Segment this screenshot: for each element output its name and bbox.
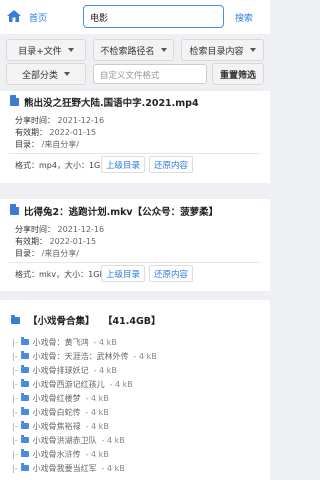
tree-item[interactable]: |- 小戏骨我要当红军 - 4 kB bbox=[12, 462, 125, 474]
directory: 目录： /来自分享/ bbox=[15, 140, 79, 149]
format-size: 格式：mkv，大小：1GB bbox=[15, 270, 105, 279]
custom-format-input[interactable]: 自定义文件格式 bbox=[93, 64, 207, 84]
result-card: 比得兔2：逃跑计划.mkv【公众号：菠萝柔】 分享时间： 2021-12-16 … bbox=[0, 199, 270, 291]
folder-icon bbox=[20, 407, 29, 415]
result-title[interactable]: 比得兔2：逃跑计划.mkv【公众号：菠萝柔】 bbox=[24, 204, 218, 218]
parent-dir-button[interactable]: 上级目录 bbox=[101, 265, 145, 282]
content-mode-label: 检索目录内容 bbox=[189, 46, 244, 57]
chevron-down-icon bbox=[67, 48, 74, 52]
search-button[interactable]: 搜索 bbox=[235, 11, 253, 24]
result-title[interactable]: 熊出没之狂野大陆.国语中字.2021.mp4 bbox=[24, 95, 199, 109]
tree-item[interactable]: |- 小戏骨：黄飞鸿 - 4 kB bbox=[12, 336, 117, 348]
path-mode-label: 不检索路径名 bbox=[100, 46, 155, 57]
reset-filter-button[interactable]: 重置筛选 bbox=[212, 63, 264, 85]
tree-item[interactable]: |- 小戏骨：天涯浩：武林外传 - 4 kB bbox=[12, 350, 157, 362]
share-time: 分享时间： 2021-12-16 bbox=[15, 225, 105, 234]
package-size: 【41.4GB】 bbox=[103, 316, 161, 327]
divider bbox=[9, 262, 261, 263]
folder-icon bbox=[20, 435, 29, 443]
folder-icon bbox=[11, 315, 20, 324]
folder-icon bbox=[20, 337, 29, 345]
folder-icon bbox=[20, 393, 29, 401]
result-card: 熊出没之狂野大陆.国语中字.2021.mp4 分享时间： 2021-12-16 … bbox=[0, 91, 270, 183]
file-icon bbox=[10, 204, 19, 215]
format-size: 格式：mp4，大小：1GB bbox=[15, 161, 106, 170]
top-bar: 首页 电影 搜索 bbox=[0, 0, 270, 34]
tree-item[interactable]: |- 小戏骨红楼梦 - 4 kB bbox=[12, 392, 109, 404]
category-select[interactable]: 全部分类 bbox=[6, 63, 86, 85]
divider bbox=[9, 153, 261, 154]
tree-item[interactable]: |- 小戏骨水浒传 - 4 kB bbox=[12, 448, 109, 460]
path-mode-select[interactable]: 不检索路径名 bbox=[93, 39, 174, 61]
home-icon[interactable] bbox=[7, 10, 21, 22]
folder-icon bbox=[20, 379, 29, 387]
content-mode-select[interactable]: 检索目录内容 bbox=[181, 39, 264, 61]
restore-content-button[interactable]: 还原内容 bbox=[149, 156, 193, 173]
tree-item[interactable]: |- 小戏骨焦裕禄 - 4 kB bbox=[12, 420, 109, 432]
folder-icon bbox=[20, 463, 29, 471]
directory: 目录： /来自分享/ bbox=[15, 249, 79, 258]
parent-dir-button[interactable]: 上级目录 bbox=[101, 156, 145, 173]
folder-icon bbox=[20, 421, 29, 429]
tree-item[interactable]: |- 小戏骨洪湖赤卫队 - 4 kB bbox=[12, 434, 125, 446]
chevron-down-icon bbox=[160, 48, 167, 52]
folder-icon bbox=[20, 449, 29, 457]
share-time: 分享时间： 2021-12-16 bbox=[15, 116, 105, 125]
package-title[interactable]: 【小戏骨合集】 bbox=[28, 313, 95, 327]
scope-select[interactable]: 目录+文件 bbox=[6, 39, 86, 61]
chevron-down-icon bbox=[249, 48, 256, 52]
valid-period: 有效期： 2022-01-15 bbox=[15, 128, 97, 137]
tree-item[interactable]: |- 小戏骨排球妖记 - 4 kB bbox=[12, 364, 117, 376]
folder-icon bbox=[20, 351, 29, 359]
scope-select-label: 目录+文件 bbox=[18, 46, 62, 57]
home-link[interactable]: 首页 bbox=[29, 11, 47, 24]
chevron-down-icon bbox=[64, 72, 70, 76]
folder-icon bbox=[20, 365, 29, 373]
search-input[interactable]: 电影 bbox=[83, 5, 224, 28]
file-icon bbox=[10, 95, 19, 106]
tree-item[interactable]: |- 小戏骨白蛇传 - 4 kB bbox=[12, 406, 109, 418]
category-select-label: 全部分类 bbox=[21, 70, 58, 81]
restore-content-button[interactable]: 还原内容 bbox=[149, 265, 193, 282]
valid-period: 有效期： 2022-01-15 bbox=[15, 237, 97, 246]
tree-item[interactable]: |- 小戏骨西游记红孩儿 - 4 kB bbox=[12, 378, 133, 390]
